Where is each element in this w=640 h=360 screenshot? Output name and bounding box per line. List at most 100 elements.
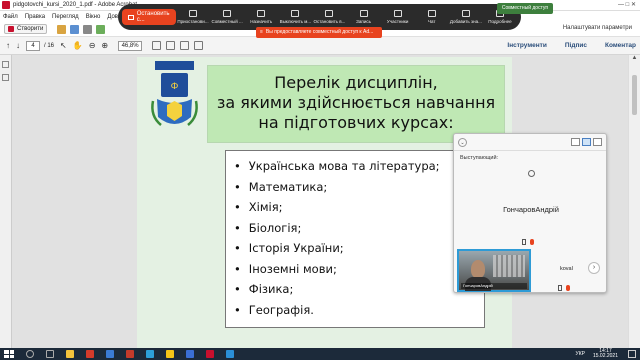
list-item: Українська мова та література;	[234, 156, 484, 177]
powerpoint-icon[interactable]	[126, 350, 134, 358]
chat-button[interactable]: Чат	[415, 10, 449, 24]
print-icon[interactable]	[83, 24, 93, 34]
collapse-icon[interactable]: ⌄	[458, 138, 467, 147]
add-reaction-label: Добавить зна...	[449, 19, 482, 24]
sign-icon[interactable]	[194, 41, 204, 50]
participants-icon	[393, 10, 402, 17]
list-item: Фізика;	[234, 279, 484, 300]
tab-comment[interactable]: Коментар	[605, 42, 636, 49]
tab-tools[interactable]: Інструменти	[507, 42, 546, 49]
page-total: / 16	[44, 42, 55, 49]
record-label: Запись	[356, 19, 371, 24]
create-button[interactable]: Створити	[4, 24, 48, 34]
assign-button[interactable]: Назначить	[244, 10, 278, 24]
file-explorer-icon[interactable]	[66, 350, 74, 358]
notifications-icon[interactable]	[628, 350, 636, 358]
list-item: Біологія;	[234, 218, 484, 239]
scroll-up-icon[interactable]: ▲	[629, 55, 640, 61]
participant-video-thumbnail[interactable]: ГончаровАндрій	[457, 249, 531, 292]
language-indicator[interactable]: УКР	[576, 351, 585, 357]
email-icon[interactable]	[96, 24, 106, 34]
acrobat-taskbar-icon[interactable]	[206, 350, 214, 358]
search-icon[interactable]	[26, 350, 34, 358]
next-page-arrow-icon[interactable]: ›	[588, 262, 600, 274]
thumbnail-name-label: ГончаровАндрій	[461, 283, 527, 289]
opera-icon[interactable]	[86, 350, 94, 358]
page-heading: Перелік дисциплін, за якими здійснюється…	[207, 65, 505, 143]
menu-window[interactable]: Вікно	[86, 14, 101, 20]
muted-mic-icon	[566, 285, 570, 291]
heading-line-1: Перелік дисциплін,	[274, 73, 438, 92]
add-reaction-button[interactable]: Добавить зна...	[449, 10, 483, 24]
menu-view[interactable]: Перегляд	[52, 14, 79, 20]
toolbar-icons	[57, 24, 109, 34]
co-annotate-label: Совместный ...	[211, 19, 243, 24]
svg-text:Ф: Ф	[171, 82, 179, 92]
tab-sign[interactable]: Підпис	[565, 42, 587, 49]
stop-video-label: Остановить в...	[313, 19, 346, 24]
fit-page-icon[interactable]	[152, 41, 162, 50]
screen-share-icon	[128, 14, 134, 20]
windows-taskbar: УКР 14:17 15.02.2021	[0, 348, 640, 360]
zoom-input[interactable]: 46,8%	[118, 40, 143, 51]
koval-status	[558, 285, 574, 291]
subjects-list: Українська мова та література; Математик…	[225, 150, 485, 328]
gallery-view-icon[interactable]	[582, 138, 591, 146]
create-icon	[8, 26, 14, 32]
pause-label: Приостанови...	[177, 19, 209, 24]
comment-icon[interactable]	[166, 41, 176, 50]
scroll-thumb[interactable]	[632, 75, 637, 115]
telegram-icon[interactable]	[226, 350, 234, 358]
zoom-app-icon[interactable]	[186, 350, 194, 358]
co-annotate-button[interactable]: Совместный ...	[210, 10, 244, 24]
screen-icon	[522, 239, 526, 245]
task-view-icon[interactable]	[46, 350, 54, 358]
stop-sharing-label: Остановить с...	[136, 11, 170, 23]
customize-label[interactable]: Налаштувати параметри	[563, 25, 632, 31]
pause-icon	[188, 10, 197, 17]
highlight-icon[interactable]	[180, 41, 190, 50]
view-icons	[152, 41, 208, 50]
word-icon[interactable]	[106, 350, 114, 358]
cursor-icon[interactable]: ↖	[60, 41, 67, 50]
list-item: Іноземні мови;	[234, 259, 484, 280]
window-controls[interactable]: — □ ✕	[618, 1, 636, 8]
zoom-in-icon[interactable]: ⊕	[101, 41, 108, 50]
menu-file[interactable]: Файл	[3, 14, 18, 20]
chrome-icon[interactable]	[166, 350, 174, 358]
photoshop-icon[interactable]	[146, 350, 154, 358]
save-icon[interactable]	[70, 24, 80, 34]
stop-sharing-button[interactable]: Остановить с...	[122, 9, 176, 25]
open-icon[interactable]	[57, 24, 67, 34]
grid-view-icon[interactable]	[593, 138, 602, 146]
speaker-view-icon[interactable]	[571, 138, 580, 146]
lock-icon	[528, 170, 535, 177]
heading-line-2: за якими здійснюється навчання	[216, 93, 496, 112]
page-number-input[interactable]: 4	[26, 40, 40, 51]
hand-icon[interactable]: ✋	[73, 41, 83, 50]
bookmarks-icon[interactable]	[2, 74, 9, 81]
navigation-toolbar: ↑ ↓ 4 / 16 ↖ ✋ ⊖ ⊕ 46,8% Інструменти Під…	[0, 37, 640, 55]
list-item: Математика;	[234, 177, 484, 198]
pages-icon[interactable]	[2, 61, 9, 68]
menu-edit[interactable]: Правка	[25, 14, 45, 20]
start-button-icon[interactable]	[4, 350, 14, 358]
vertical-scrollbar[interactable]: ▲	[628, 55, 640, 348]
video-panel: ⌄ Выступающий: ГончаровАндрій ГончаровАн…	[453, 133, 607, 293]
stop-video-button[interactable]: Остановить в...	[312, 10, 346, 24]
participants-button[interactable]: Участники	[381, 10, 415, 24]
screen-icon	[558, 285, 562, 291]
zoom-out-icon[interactable]: ⊖	[89, 41, 96, 50]
video-panel-header: ⌄	[454, 134, 606, 151]
prev-page-icon[interactable]: ↑	[6, 41, 10, 50]
pause-button[interactable]: Приостанови...	[176, 10, 210, 24]
list-item: Хімія;	[234, 197, 484, 218]
acrobat-app-icon	[2, 1, 10, 9]
left-navigation-panel	[0, 55, 12, 348]
mute-button[interactable]: Выключить м...	[278, 10, 312, 24]
record-button[interactable]: Запись	[346, 10, 380, 24]
clock[interactable]: 14:17 15.02.2021	[593, 349, 618, 359]
mute-label: Выключить м...	[279, 19, 312, 24]
lyceum-logo: Ф	[151, 61, 198, 126]
next-page-icon[interactable]: ↓	[16, 41, 20, 50]
